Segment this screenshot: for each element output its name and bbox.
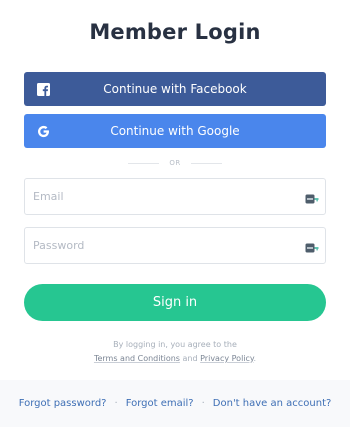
legal-and-text: and (179, 354, 201, 363)
divider-line-right (190, 162, 222, 164)
password-manager-key-icon[interactable] (305, 239, 319, 253)
google-icon (36, 124, 50, 138)
footer-separator: · (114, 398, 118, 409)
legal-line-2: Terms and Conditions and Privacy Policy. (0, 352, 350, 366)
sign-in-button[interactable]: Sign in (24, 284, 326, 321)
legal-period: . (253, 354, 257, 363)
facebook-button-label: Continue with Facebook (103, 82, 247, 96)
continue-with-facebook-button[interactable]: Continue with Facebook (24, 72, 326, 106)
or-label: OR (169, 159, 181, 167)
sign-in-label: Sign in (152, 295, 198, 310)
password-field-wrapper (24, 227, 326, 264)
footer-separator: · (201, 398, 205, 409)
divider-line-left (128, 162, 160, 164)
facebook-icon (36, 82, 50, 96)
privacy-policy-link[interactable]: Privacy Policy (200, 354, 253, 363)
continue-with-google-button[interactable]: Continue with Google (24, 114, 326, 148)
footer-links: Forgot password? · Forgot email? · Don't… (0, 380, 350, 427)
google-button-label: Continue with Google (110, 124, 240, 138)
page-title: Member Login (89, 20, 261, 44)
legal-line-1: By logging in, you agree to the (113, 340, 237, 349)
legal-notice: By logging in, you agree to the Terms an… (0, 338, 350, 366)
or-divider: OR (128, 157, 222, 169)
create-account-link[interactable]: Don't have an account? (213, 398, 332, 409)
password-input[interactable] (25, 238, 295, 253)
password-manager-key-icon[interactable] (305, 190, 319, 204)
terms-and-conditions-link[interactable]: Terms and Conditions (94, 354, 180, 363)
forgot-email-link[interactable]: Forgot email? (126, 398, 194, 409)
email-field-wrapper (24, 178, 326, 215)
email-input[interactable] (25, 189, 295, 204)
forgot-password-link[interactable]: Forgot password? (19, 398, 107, 409)
